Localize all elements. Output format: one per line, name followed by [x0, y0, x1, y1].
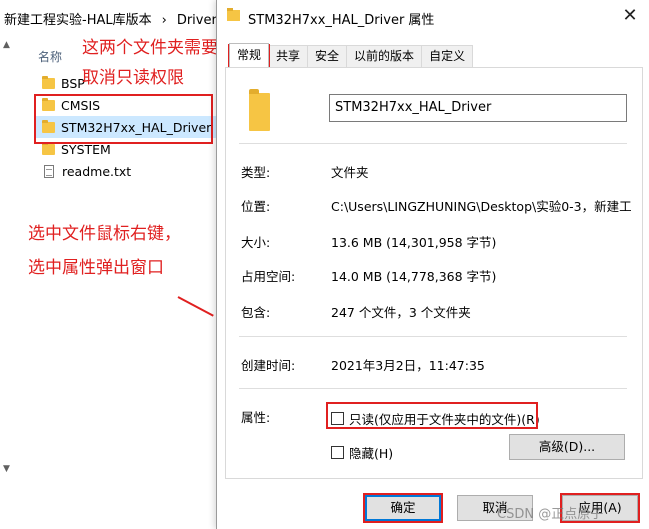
- annotation-note-1-line-2: 取消只读权限: [82, 68, 184, 88]
- breadcrumb: 新建工程实验-HAL库版本 › Drivers: [4, 9, 224, 28]
- checkbox-unchecked-icon[interactable]: [331, 446, 344, 459]
- folder-icon: [227, 8, 240, 21]
- watermark: CSDN @正点原子: [497, 507, 604, 522]
- folder-name-field[interactable]: STM32H7xx_HAL_Driver: [329, 94, 627, 122]
- disk-size-label: 占用空间:: [241, 269, 296, 284]
- location-label: 位置:: [241, 199, 271, 214]
- scroll-down-icon[interactable]: ▼: [3, 464, 10, 474]
- folder-icon: [42, 141, 55, 155]
- divider: [239, 388, 627, 389]
- folder-icon: [42, 75, 55, 89]
- dialog-tabs: 常规 共享 安全 以前的版本 自定义: [229, 43, 474, 67]
- divider: [239, 143, 627, 144]
- annotation-highlight-ok: [363, 493, 443, 523]
- contains-value: 247 个文件，3 个文件夹: [331, 305, 471, 320]
- annotation-note-2-line-2: 选中属性弹出窗口: [28, 258, 164, 278]
- created-value: 2021年3月2日，11:47:35: [331, 358, 485, 373]
- annotation-note-1-line-1: 这两个文件夹需要: [82, 38, 218, 58]
- tab-security[interactable]: 安全: [307, 45, 348, 67]
- type-value: 文件夹: [331, 165, 369, 180]
- size-label: 大小:: [241, 235, 271, 250]
- attributes-label: 属性:: [241, 410, 271, 425]
- close-icon[interactable]: ✕: [617, 4, 643, 28]
- created-label: 创建时间:: [241, 358, 296, 373]
- text-file-icon: [44, 164, 54, 178]
- breadcrumb-item-project[interactable]: 新建工程实验-HAL库版本: [4, 13, 152, 28]
- size-value: 13.6 MB (14,301,958 字节): [331, 235, 497, 250]
- column-header-name[interactable]: 名称: [38, 48, 62, 65]
- annotation-highlight-readonly: [326, 402, 538, 429]
- divider: [239, 336, 627, 337]
- contains-label: 包含:: [241, 305, 271, 320]
- annotation-highlight-folders: [34, 94, 213, 144]
- list-item-label: readme.txt: [62, 163, 132, 179]
- properties-dialog: STM32H7xx_HAL_Driver 属性 ✕ 常规 共享 安全 以前的版本…: [216, 0, 649, 529]
- folder-large-icon: [249, 89, 270, 131]
- annotation-note-2-line-1: 选中文件鼠标右键，: [28, 224, 181, 244]
- tab-customize[interactable]: 自定义: [421, 45, 474, 67]
- annotation-arrow-icon: [177, 296, 214, 317]
- location-value: C:\Users\LINGZHUNING\Desktop\实验0-3，新建工: [331, 199, 631, 214]
- type-label: 类型:: [241, 165, 271, 180]
- hidden-label: 隐藏(H): [349, 446, 394, 461]
- scroll-up-icon[interactable]: ▲: [3, 40, 10, 50]
- dialog-title: STM32H7xx_HAL_Driver 属性: [248, 13, 435, 28]
- advanced-button[interactable]: 高级(D)...: [509, 434, 625, 460]
- tab-general[interactable]: 常规: [229, 43, 270, 67]
- breadcrumb-separator-icon: ›: [161, 13, 167, 28]
- hidden-checkbox[interactable]: 隐藏(H): [331, 443, 393, 462]
- tab-previous-versions[interactable]: 以前的版本: [346, 45, 423, 67]
- disk-size-value: 14.0 MB (14,778,368 字节): [331, 269, 497, 284]
- dialog-titlebar[interactable]: STM32H7xx_HAL_Driver 属性 ✕: [217, 0, 649, 34]
- tab-sharing[interactable]: 共享: [268, 45, 309, 67]
- list-item-readme[interactable]: readme.txt: [36, 160, 216, 182]
- explorer-scrollbar[interactable]: ▲ ▼: [0, 34, 15, 529]
